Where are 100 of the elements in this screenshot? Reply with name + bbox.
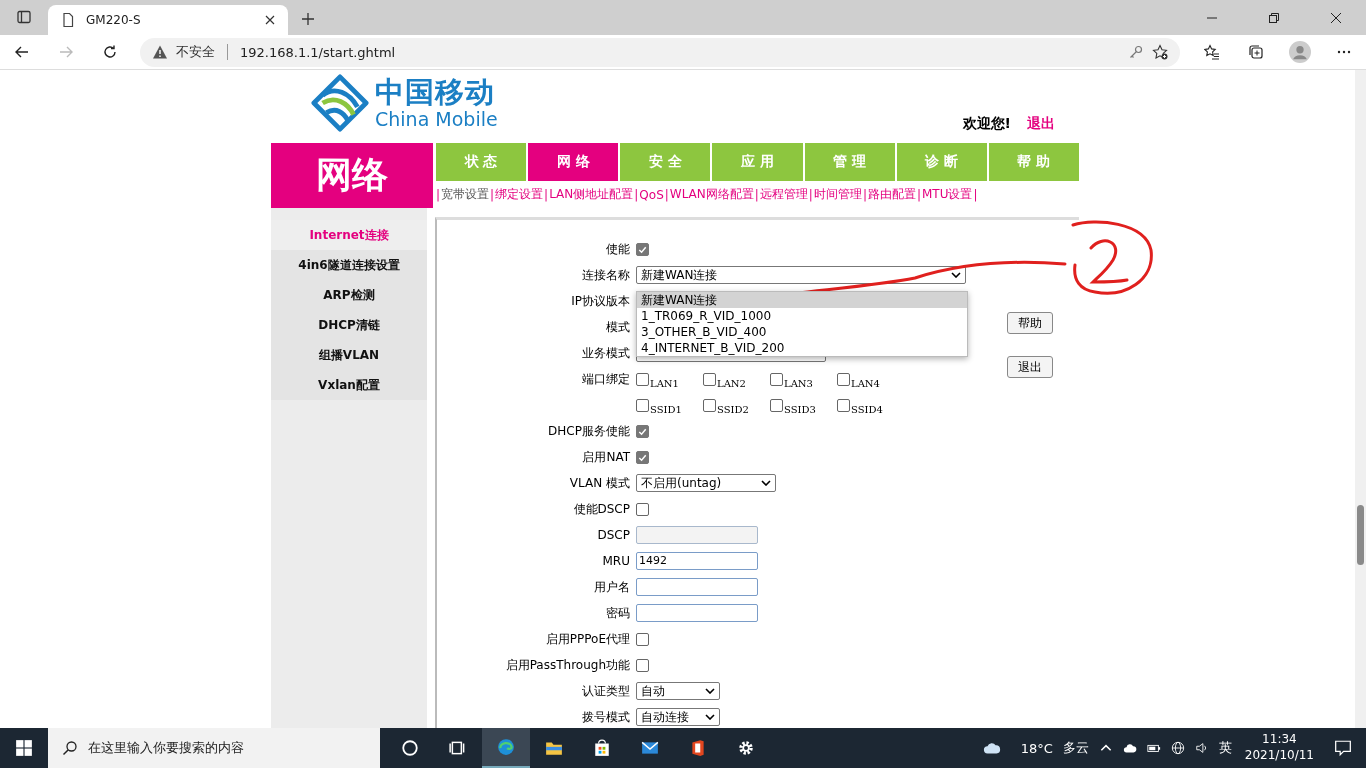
checkbox[interactable] [636,632,649,646]
chevron-down-icon [705,714,715,720]
submenu-link[interactable]: LAN侧地址配置 [548,186,635,203]
input-field[interactable] [636,604,758,622]
sidebar-item[interactable]: 4in6隧道连接设置 [271,250,427,280]
submenu-link[interactable]: 时间管理 [812,186,863,203]
temperature-text: 18°C [1020,740,1053,756]
nav-tab[interactable]: 网 络 [528,143,619,181]
checkbox-label: SSID4 [851,403,883,415]
field-label: VLAN 模式 [569,475,630,490]
field-label: 端口绑定 [582,371,630,386]
clock-date[interactable]: 2021/10/11 [1244,748,1314,764]
add-favorite-icon[interactable] [1152,44,1168,60]
checkbox[interactable] [636,502,649,516]
checkbox[interactable] [636,658,649,672]
separator: | [664,187,669,202]
field-label: 启用PassThrough功能 [505,657,630,672]
select-field[interactable]: 自动 [636,682,720,700]
sidebar-item[interactable]: Vxlan配置 [271,370,427,400]
sidebar-item[interactable]: ARP检测 [271,280,427,310]
field-label: 密码 [606,605,630,620]
input-field[interactable]: 1492 [636,552,758,570]
field-label: 启用PPPoE代理 [545,631,630,646]
field-label: DSCP [597,528,630,542]
field-label: 业务模式 [582,345,630,360]
action-button[interactable]: 退出 [1007,356,1053,378]
address-bar[interactable]: 不安全 192.168.1.1/start.ghtml [140,37,1180,67]
checkbox[interactable] [636,372,649,386]
separator: | [973,187,978,202]
welcome-text: 欢迎您! [962,115,1011,133]
logo-icon [311,74,369,132]
separator: | [634,187,639,202]
dropdown-option[interactable]: 3_OTHER_B_VID_400 [637,324,967,340]
security-label: 不安全 [176,43,215,61]
select-field[interactable]: 不启用(untag) [636,474,776,492]
logo-chinese-text: 中国移动 [375,77,496,107]
checkbox[interactable] [636,424,649,438]
checkbox[interactable] [837,398,850,412]
checkbox[interactable] [770,398,783,412]
field-label: 认证类型 [582,683,630,698]
checkbox[interactable] [636,450,649,464]
browser-tab[interactable]: GM220-S [48,5,288,35]
tab-actions-icon[interactable] [16,9,32,25]
scrollbar[interactable] [1355,70,1366,728]
input-field[interactable] [636,578,758,596]
checkbox-label: SSID3 [784,403,816,415]
clock-time[interactable]: 11:34 [1262,732,1297,748]
chevron-down-icon [705,688,715,694]
section-title: 网络 [271,143,433,208]
separator: | [808,187,813,202]
checkbox[interactable] [636,242,649,256]
dropdown-option[interactable]: 新建WAN连接 [637,292,967,308]
submenu-link[interactable]: MTU设置 [921,186,974,203]
field-label: 启用NAT [582,449,630,464]
key-icon[interactable] [1128,44,1144,60]
field-label: 使能 [606,241,630,256]
select-field[interactable]: 自动连接 [636,708,720,726]
field-label: DHCP服务使能 [548,423,630,438]
separator: | [916,187,921,202]
submenu-link[interactable]: 远程管理 [758,186,809,203]
url-text: 192.168.1.1/start.ghtml [240,44,396,60]
logo-english-text: China Mobile [375,109,498,129]
checkbox[interactable] [703,372,716,386]
checkbox[interactable] [770,372,783,386]
checkbox-label: LAN1 [650,377,679,389]
search-icon [62,740,78,756]
dropdown-option[interactable]: 1_TR069_R_VID_1000 [637,308,967,324]
new-tab-icon[interactable] [300,11,316,27]
search-field[interactable]: 在这里输入你要搜索的内容 [48,728,380,768]
input-method-text[interactable]: 英 [1218,739,1232,757]
checkbox-label: LAN3 [784,377,813,389]
checkbox-label: LAN2 [717,377,746,389]
select-field[interactable]: 新建WAN连接 [636,266,966,284]
checkbox[interactable] [703,398,716,412]
field-label: 拨号模式 [582,709,630,724]
checkbox[interactable] [837,372,850,386]
field-label: 使能DSCP [573,501,630,516]
checkbox-label: LAN4 [851,377,880,389]
checkbox[interactable] [636,398,649,412]
submenu-link[interactable]: QoS [638,187,665,202]
field-label: IP协议版本 [571,293,630,308]
separator: | [490,187,495,202]
sidebar-item[interactable]: 组播VLAN [271,340,427,370]
close-icon[interactable] [264,14,276,26]
weather-text: 多云 [1062,739,1089,757]
checkbox-label: SSID2 [717,403,749,415]
submenu-link[interactable]: 路由配置 [866,186,917,203]
sidebar-item[interactable]: DHCP清链 [271,310,427,340]
separator: | [754,187,759,202]
chevron-down-icon [761,480,771,486]
separator: | [544,187,549,202]
logout-link[interactable]: 退出 [1027,115,1055,133]
submenu-link[interactable]: 绑定设置 [494,186,545,203]
separator: | [862,187,867,202]
field-label: 模式 [606,319,630,334]
separator: | [436,187,441,202]
dropdown-option[interactable]: 4_INTERNET_B_VID_200 [637,340,967,356]
submenu-link[interactable]: 宽带设置 [440,186,491,203]
submenu-link[interactable]: WLAN网络配置 [668,186,755,203]
action-button[interactable]: 帮助 [1007,312,1053,334]
